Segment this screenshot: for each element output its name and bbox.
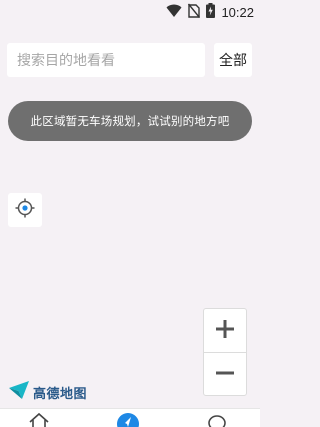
status-bar: 10:22 (0, 0, 260, 24)
toast-text: 此区域暂无车场规划，试试别的地方吧 (30, 114, 230, 128)
search-placeholder: 搜索目的地看看 (17, 53, 115, 69)
search-input[interactable]: 搜索目的地看看 (7, 43, 205, 77)
toast-message: 此区域暂无车场规划，试试别的地方吧 (8, 101, 252, 141)
map-logo: 高德地图 (8, 381, 87, 403)
nav-item-message[interactable] (206, 412, 228, 427)
all-button-label: 全部 (219, 53, 247, 69)
status-time: 10:22 (221, 4, 254, 20)
home-icon (28, 412, 50, 427)
battery-charging-icon (206, 2, 216, 22)
navigate-icon (116, 413, 140, 427)
amap-logo-icon (8, 380, 30, 404)
map-logo-text: 高德地图 (33, 386, 88, 402)
bottom-nav (0, 408, 260, 427)
plus-icon (215, 319, 235, 343)
zoom-out-button[interactable] (204, 353, 246, 396)
all-button[interactable]: 全部 (214, 43, 252, 77)
nav-item-navigate[interactable] (116, 412, 140, 427)
locate-icon (15, 198, 35, 222)
wifi-icon (166, 3, 182, 22)
no-sim-icon (188, 3, 201, 22)
zoom-control (203, 308, 247, 396)
status-icons: 10:22 (166, 2, 254, 22)
minus-icon (215, 363, 235, 387)
zoom-in-button[interactable] (204, 309, 246, 352)
locate-button[interactable] (8, 193, 42, 227)
message-icon (206, 413, 228, 427)
nav-item-home[interactable] (28, 412, 50, 427)
